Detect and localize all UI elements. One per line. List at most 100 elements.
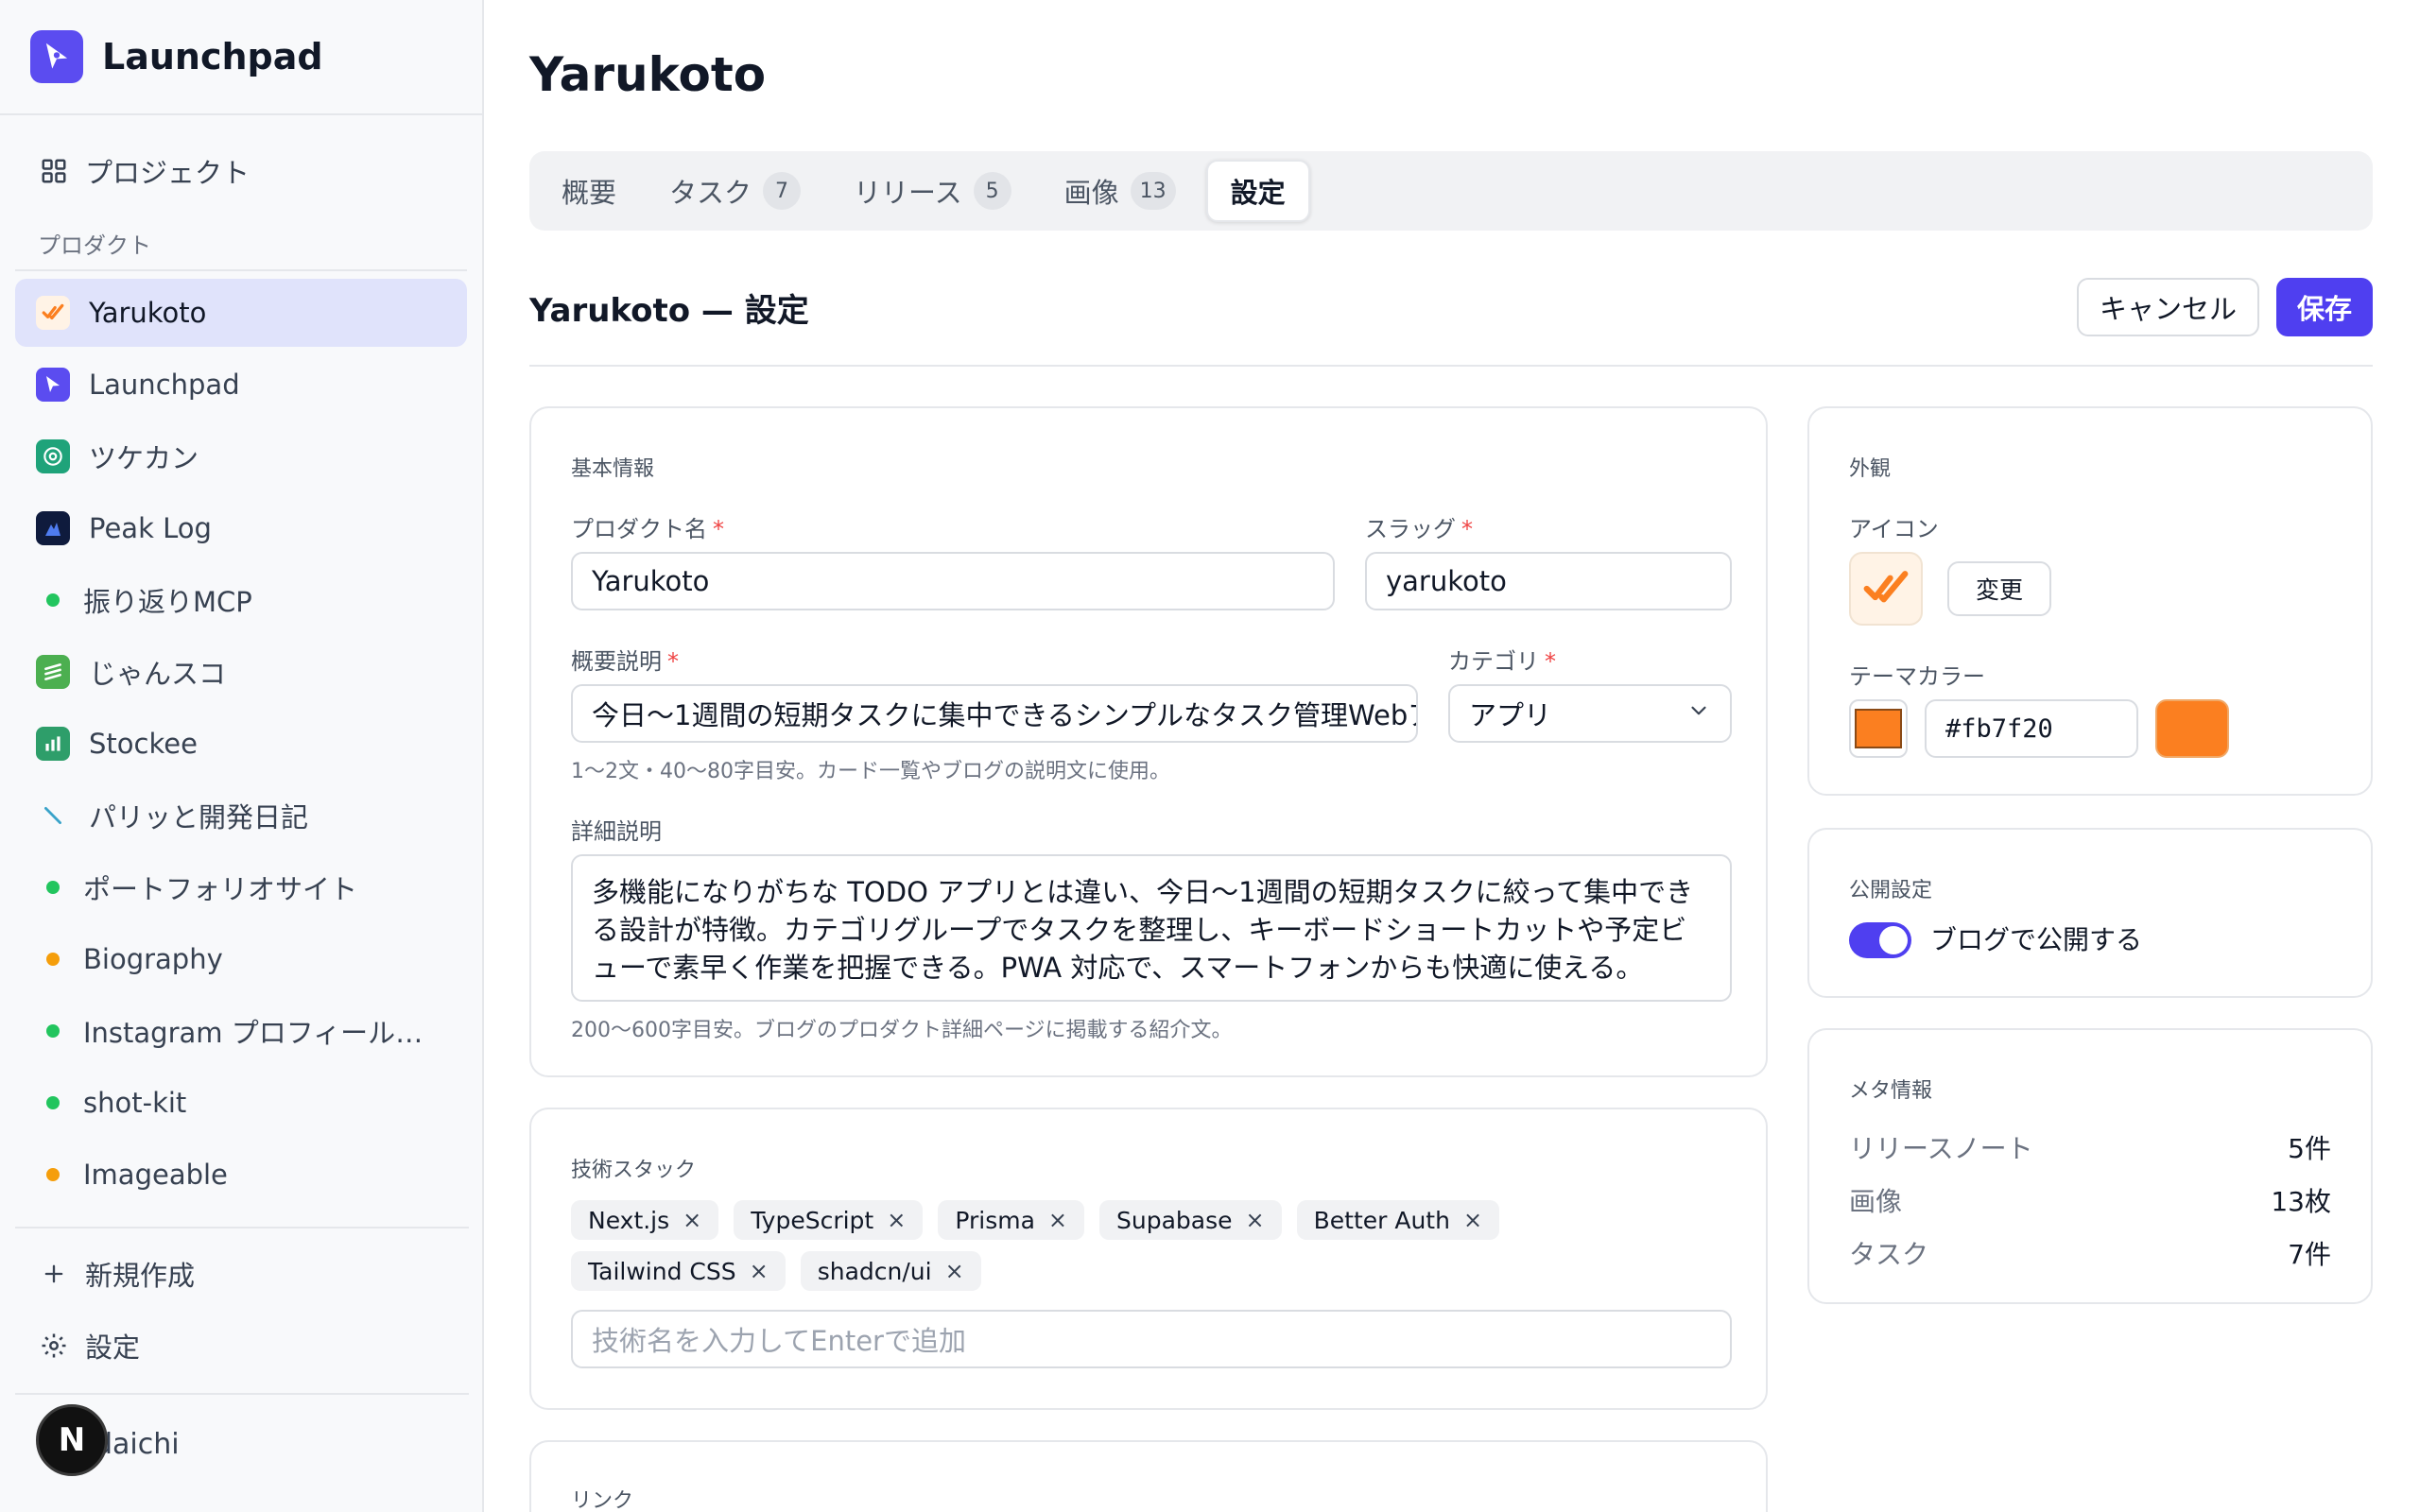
products-heading: プロダクト [38,232,151,259]
required-mark: * [713,516,724,542]
sidebar-item-label: Biography [83,943,223,975]
summary-label: 概要説明 * [571,643,679,676]
new-project-button[interactable]: 新規作成 [15,1240,469,1308]
chip-label: Tailwind CSS [588,1257,736,1285]
detail-textarea[interactable]: 多機能になりがちな TODO アプリとは違い、今日〜1週間の短期タスクに絞って集… [571,854,1732,1002]
sidebar-item-biography[interactable]: Biography [15,925,467,993]
theme-color-input[interactable]: #fb7f20 [1925,699,2138,758]
status-dot-icon [46,593,60,607]
chevron-down-icon [1686,697,1711,730]
pen-icon [36,799,70,833]
meta-label: 画像 [1849,1186,1903,1217]
peaklog-icon [36,511,70,545]
close-icon[interactable]: × [887,1207,906,1233]
slug-input[interactable]: yarukoto [1365,552,1732,610]
card-heading: 外観 [1849,457,1892,481]
tab-bar: 概要 タスク 7 リリース 5 画像 13 設定 [529,151,2373,231]
required-mark: * [1545,648,1556,675]
tab-label: 画像 [1063,177,1119,209]
tech-chip: Better Auth × [1296,1200,1500,1240]
product-icon-preview [1849,552,1923,626]
product-name-label-text: プロダクト名 [571,516,707,542]
summary-input[interactable]: 今日〜1週間の短期タスクに集中できるシンプルなタスク管理Webア [571,684,1418,743]
sidebar-item-label: ポートフォリオサイト [83,873,358,905]
tab-count-badge: 5 [973,172,1011,210]
color-picker-swatch[interactable] [1849,699,1908,758]
card-heading: 基本情報 [571,457,655,481]
jansco-icon [36,655,70,689]
status-dot-icon [46,953,60,966]
publish-toggle[interactable] [1849,922,1911,958]
tech-chip: shadcn/ui × [800,1251,981,1291]
meta-value: 5件 [2288,1133,2331,1164]
sidebar-item-imageable[interactable]: Imageable [15,1141,467,1209]
summary-label-text: 概要説明 [571,648,662,675]
slug-label: スラッグ * [1365,510,1473,543]
brand[interactable]: Launchpad [0,0,482,115]
app-name: Launchpad [102,36,323,77]
divider [15,1393,469,1395]
sidebar-item-instagram[interactable]: Instagram プロフィール画… [15,997,467,1065]
sidebar-item-tsukekan[interactable]: ツケカン [15,422,467,490]
detail-hint: 200〜600字目安。ブログのプロダクト詳細ページに掲載する紹介文。 [571,1019,1233,1042]
close-icon[interactable]: × [1048,1207,1067,1233]
cancel-button[interactable]: キャンセル [2076,278,2259,336]
tab-releases[interactable]: リリース 5 [831,160,1034,222]
chip-label: Supabase [1116,1206,1233,1234]
next-dev-badge[interactable]: N [36,1404,108,1476]
sidebar-item-settings[interactable]: 設定 [15,1308,469,1383]
sidebar-item-label: パリッと開発日記 [89,801,309,833]
meta-row-images: 画像 13枚 [1849,1181,2331,1219]
meta-label: リリースノート [1849,1133,2033,1164]
color-preview [2155,699,2229,758]
card-heading: リンク [571,1489,634,1512]
sidebar-item-portfolio[interactable]: ポートフォリオサイト [15,853,467,921]
launchpad-logo-icon [30,30,83,83]
sidebar-item-furikaeri-mcp[interactable]: 振り返りMCP [15,566,467,634]
next-dev-badge-letter: N [58,1421,86,1459]
sidebar-item-shot-kit[interactable]: shot-kit [15,1069,467,1137]
launchpad-icon [36,368,70,402]
chip-label: TypeScript [751,1206,874,1234]
tab-label: タスク [669,177,752,209]
new-project-label: 新規作成 [85,1260,196,1292]
sidebar-item-label: Imageable [83,1159,228,1191]
close-icon[interactable]: × [1463,1207,1482,1233]
tab-label: リリース [854,177,962,209]
required-mark: * [1461,516,1473,542]
sidebar-item-stockee[interactable]: Stockee [15,710,467,778]
meta-value: 7件 [2288,1239,2331,1270]
change-icon-button[interactable]: 変更 [1947,561,2052,616]
tab-tasks[interactable]: タスク 7 [647,160,823,222]
category-select[interactable]: アプリ [1448,684,1732,743]
tab-overview[interactable]: 概要 [539,160,639,222]
tab-settings[interactable]: 設定 [1205,160,1310,222]
category-value: アプリ [1469,699,1552,731]
close-icon[interactable]: × [750,1258,769,1284]
sidebar-item-paritto[interactable]: パリッと開発日記 [15,782,467,850]
stockee-icon [36,727,70,761]
plus-icon [38,1258,70,1290]
close-icon[interactable]: × [1246,1207,1265,1233]
tech-chip: Supabase × [1099,1200,1282,1240]
sidebar-item-peaklog[interactable]: Peak Log [15,494,467,562]
close-icon[interactable]: × [683,1207,701,1233]
sidebar-item-jansco[interactable]: じゃんスコ [15,638,467,706]
category-label: カテゴリ * [1448,643,1556,676]
sidebar-item-yarukoto[interactable]: Yarukoto [15,279,467,347]
tech-chip-list: Next.js × TypeScript × Prisma × Supabase × Bette… [571,1200,1743,1302]
sidebar-item-projects[interactable]: プロジェクト [15,140,467,202]
publish-card: 公開設定 ブログで公開する [1807,828,2373,998]
appearance-card: 外観 アイコン 変更 テーマカラー #fb7f20 [1807,406,2373,796]
save-button[interactable]: 保存 [2275,278,2373,336]
sidebar-item-launchpad[interactable]: Launchpad [15,351,467,419]
divider [529,365,2373,367]
meta-label: タスク [1849,1239,1929,1270]
settings-title: Yarukoto — 設定 [529,291,809,330]
sidebar: Launchpad プロジェクト プロダクト Yarukoto Launchpa… [0,0,484,1512]
tab-images[interactable]: 画像 13 [1042,160,1199,222]
product-name-input[interactable]: Yarukoto [571,552,1335,610]
tech-input[interactable]: 技術名を入力してEnterで追加 [571,1310,1732,1368]
basic-info-card: 基本情報 プロダクト名 * Yarukoto スラッグ * yarukoto 概要説… [529,406,1768,1077]
close-icon[interactable]: × [945,1258,964,1284]
